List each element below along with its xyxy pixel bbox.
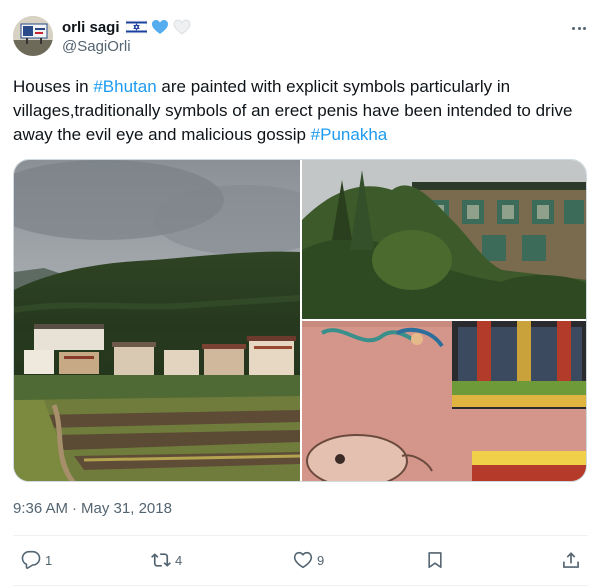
israel-flag-icon	[125, 20, 147, 34]
share-icon	[563, 552, 579, 568]
tweet-date: May 31, 2018	[81, 500, 172, 517]
green-house-trees-photo[interactable]	[302, 160, 587, 319]
more-options-button[interactable]	[568, 18, 590, 38]
bhutan-village-hillside-photo[interactable]	[14, 160, 300, 482]
avatar-image	[13, 16, 53, 56]
divider	[13, 535, 588, 536]
reply-button[interactable]: 1	[21, 545, 52, 575]
tweet-timestamp[interactable]: 9:36 AM · May 31, 2018	[13, 500, 172, 517]
painted-wall-phallus-photo[interactable]	[302, 321, 587, 482]
bottom-divider	[13, 585, 588, 586]
retweet-icon	[151, 553, 171, 567]
retweet-count: 4	[175, 552, 183, 568]
media-grid	[13, 159, 587, 482]
display-name[interactable]: orli sagi	[62, 19, 120, 36]
author-handle[interactable]: @SagiOrli	[62, 38, 131, 55]
bookmark-icon	[428, 552, 442, 569]
more-dot-icon	[572, 26, 575, 30]
reply-icon	[21, 550, 41, 569]
more-dot-icon	[577, 26, 581, 30]
avatar[interactable]	[13, 16, 53, 56]
like-count: 9	[317, 552, 325, 568]
tweet-text-part: Houses in	[13, 77, 94, 96]
heart-icon	[293, 551, 313, 569]
tweet-text: Houses in #Bhutan are painted with expli…	[13, 75, 588, 147]
like-button[interactable]: 9	[293, 545, 324, 575]
blue-heart-icon	[151, 20, 168, 34]
share-button[interactable]	[561, 545, 581, 575]
reply-count: 1	[45, 552, 53, 568]
white-heart-icon	[173, 19, 190, 35]
hashtag-bhutan-link[interactable]: #Bhutan	[93, 77, 156, 96]
more-dot-icon	[583, 26, 586, 30]
tweet-time: 9:36 AM	[13, 500, 69, 517]
tweet-card: orli sagi @SagiOrli Houses in #Bhutan ar…	[0, 0, 600, 588]
meta-separator: ·	[72, 500, 78, 517]
author-name-row: orli sagi	[62, 16, 191, 38]
bookmark-button[interactable]	[425, 545, 445, 575]
hashtag-punakha-link[interactable]: #Punakha	[311, 125, 388, 144]
retweet-button[interactable]: 4	[151, 545, 182, 575]
action-bar: 1 4 9	[13, 545, 588, 575]
